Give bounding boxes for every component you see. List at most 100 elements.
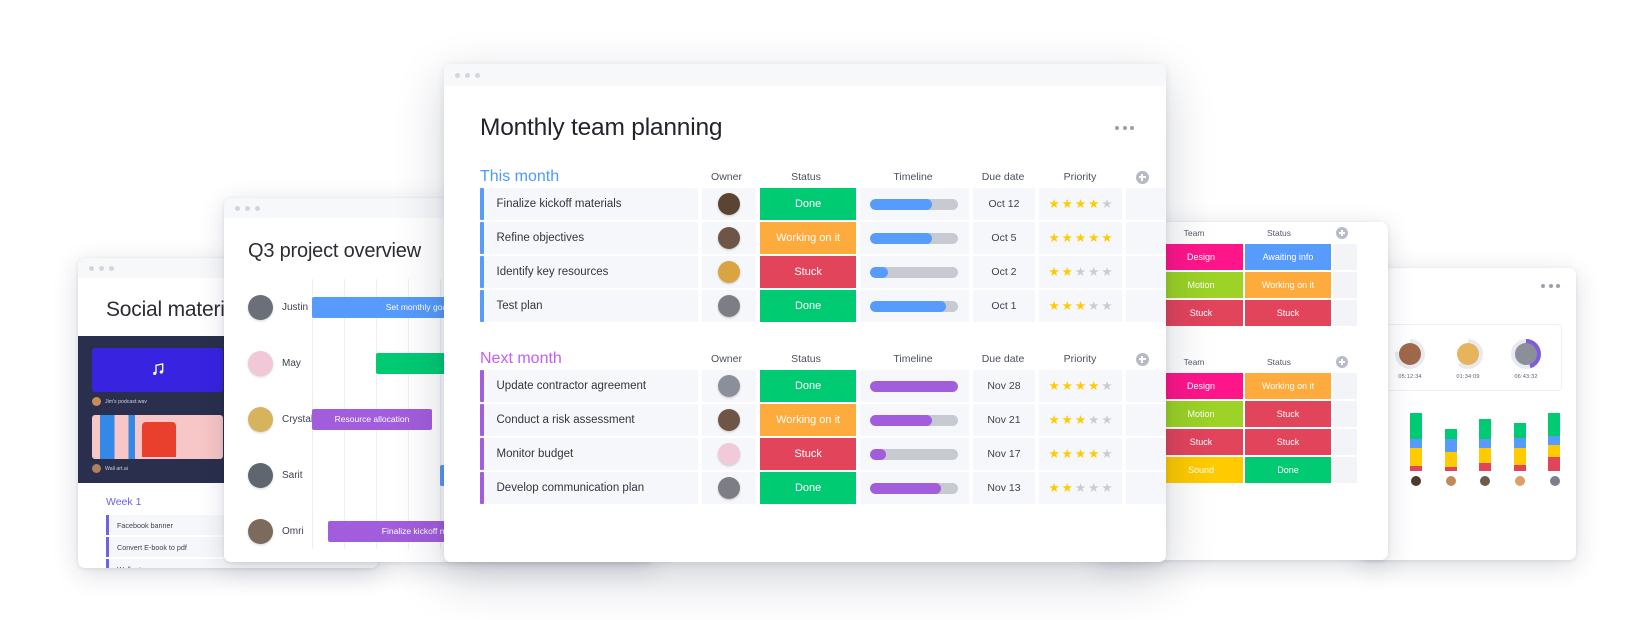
status-cell[interactable]: Working on it bbox=[760, 404, 856, 436]
priority-star[interactable]: ★ bbox=[1088, 448, 1099, 461]
status-cell[interactable]: Stuck bbox=[1245, 401, 1331, 427]
table-row[interactable]: Design Awaiting info bbox=[1152, 244, 1388, 270]
priority-star[interactable]: ★ bbox=[1062, 198, 1073, 211]
member-avatar[interactable] bbox=[1445, 476, 1456, 486]
task-cell[interactable]: Develop communication plan bbox=[483, 472, 698, 504]
empty-cell[interactable] bbox=[1333, 244, 1357, 270]
monthly-team-planning-window[interactable]: Monthly team planning This month Owner S… bbox=[444, 64, 1166, 562]
timeline-cell[interactable] bbox=[859, 438, 970, 470]
task-cell[interactable]: Update contractor agreement bbox=[483, 370, 698, 402]
priority-star[interactable]: ★ bbox=[1101, 448, 1112, 461]
member-avatar[interactable] bbox=[1515, 476, 1526, 486]
task-cell[interactable]: Identify key resources bbox=[483, 256, 698, 288]
close-dot-icon[interactable] bbox=[455, 72, 460, 78]
due-date-cell[interactable]: Nov 21 bbox=[973, 404, 1035, 436]
minimize-dot-icon[interactable] bbox=[99, 265, 104, 271]
chart-bar[interactable] bbox=[1479, 409, 1492, 471]
timer-item[interactable]: 05:12:34 bbox=[1395, 339, 1425, 380]
priority-star[interactable]: ★ bbox=[1088, 414, 1099, 427]
add-column-icon[interactable] bbox=[1336, 356, 1348, 368]
team-cell[interactable]: Motion bbox=[1159, 272, 1243, 298]
table-row[interactable]: Develop communication plan Done Nov 13 ★ ★ ★ ★… bbox=[444, 472, 1166, 504]
empty-cell[interactable] bbox=[1333, 373, 1357, 399]
add-column-icon[interactable] bbox=[1135, 352, 1149, 366]
team-cell[interactable]: Design bbox=[1159, 244, 1243, 270]
priority-star[interactable]: ★ bbox=[1088, 232, 1099, 245]
timeline-cell[interactable] bbox=[859, 290, 970, 322]
group-title[interactable]: This month bbox=[480, 168, 699, 186]
team-cell[interactable]: Motion bbox=[1159, 401, 1243, 427]
status-cell[interactable]: Awaiting info bbox=[1245, 244, 1331, 270]
empty-cell[interactable] bbox=[1333, 401, 1357, 427]
add-column-icon[interactable] bbox=[1336, 227, 1348, 239]
due-date-cell[interactable]: Oct 2 bbox=[973, 256, 1035, 288]
table-row[interactable]: Stuck Stuck bbox=[1152, 429, 1388, 455]
empty-cell[interactable] bbox=[1333, 272, 1357, 298]
priority-star[interactable]: ★ bbox=[1101, 266, 1112, 279]
chart-bar[interactable] bbox=[1444, 409, 1457, 471]
priority-star[interactable]: ★ bbox=[1075, 266, 1086, 279]
empty-cell[interactable] bbox=[1126, 188, 1166, 220]
priority-star[interactable]: ★ bbox=[1062, 300, 1073, 313]
table-row[interactable]: Conduct a risk assessment Working on it No… bbox=[444, 404, 1166, 436]
due-date-cell[interactable]: Oct 1 bbox=[973, 290, 1035, 322]
table-row[interactable]: Sound Done bbox=[1152, 457, 1388, 483]
priority-star[interactable]: ★ bbox=[1062, 448, 1073, 461]
table-row[interactable]: Design Working on it bbox=[1152, 373, 1388, 399]
due-date-cell[interactable]: Oct 12 bbox=[973, 188, 1035, 220]
timer-item[interactable]: 01:34:09 bbox=[1453, 339, 1483, 380]
table-row[interactable]: Identify key resources Stuck Oct 2 ★ ★ ★ ★ ★ bbox=[444, 256, 1166, 288]
task-cell[interactable]: Finalize kickoff materials bbox=[483, 188, 698, 220]
priority-star[interactable]: ★ bbox=[1075, 198, 1086, 211]
priority-star[interactable]: ★ bbox=[1075, 414, 1086, 427]
status-cell[interactable]: Working on it bbox=[1245, 373, 1331, 399]
empty-cell[interactable] bbox=[1333, 300, 1357, 326]
timeline-cell[interactable] bbox=[859, 222, 970, 254]
priority-star[interactable]: ★ bbox=[1088, 380, 1099, 393]
priority-star[interactable]: ★ bbox=[1048, 266, 1059, 279]
priority-star[interactable]: ★ bbox=[1048, 448, 1059, 461]
add-column-icon[interactable] bbox=[1135, 170, 1149, 184]
timeline-cell[interactable] bbox=[859, 256, 970, 288]
table-row[interactable]: Monitor budget Stuck Nov 17 ★ ★ ★ ★ ★ bbox=[444, 438, 1166, 470]
priority-star[interactable]: ★ bbox=[1101, 198, 1112, 211]
kebab-menu-icon[interactable] bbox=[1115, 126, 1134, 130]
priority-star[interactable]: ★ bbox=[1062, 232, 1073, 245]
empty-cell[interactable] bbox=[1126, 370, 1166, 402]
owner-cell[interactable] bbox=[701, 438, 757, 470]
owner-cell[interactable] bbox=[701, 472, 757, 504]
timeline-cell[interactable] bbox=[859, 472, 970, 504]
priority-star[interactable]: ★ bbox=[1101, 232, 1112, 245]
status-cell[interactable]: Working on it bbox=[1245, 272, 1331, 298]
priority-cell[interactable]: ★ ★ ★ ★ ★ bbox=[1038, 256, 1123, 288]
empty-cell[interactable] bbox=[1126, 222, 1166, 254]
due-date-cell[interactable]: Nov 28 bbox=[973, 370, 1035, 402]
empty-cell[interactable] bbox=[1126, 438, 1166, 470]
priority-star[interactable]: ★ bbox=[1048, 198, 1059, 211]
priority-star[interactable]: ★ bbox=[1075, 380, 1086, 393]
table-row[interactable]: Refine objectives Working on it Oct 5 ★ ★ ★ ★ ★ bbox=[444, 222, 1166, 254]
team-cell[interactable]: Stuck bbox=[1159, 300, 1243, 326]
table-row[interactable]: Finalize kickoff materials Done Oct 12 ★ ★ ★ ★… bbox=[444, 188, 1166, 220]
owner-cell[interactable] bbox=[701, 290, 757, 322]
priority-star[interactable]: ★ bbox=[1101, 482, 1112, 495]
maximize-dot-icon[interactable] bbox=[475, 72, 480, 78]
table-row[interactable]: Motion Working on it bbox=[1152, 272, 1388, 298]
maximize-dot-icon[interactable] bbox=[255, 205, 260, 211]
priority-star[interactable]: ★ bbox=[1088, 198, 1099, 211]
priority-star[interactable]: ★ bbox=[1062, 482, 1073, 495]
due-date-cell[interactable]: Nov 13 bbox=[973, 472, 1035, 504]
due-date-cell[interactable]: Oct 5 bbox=[973, 222, 1035, 254]
table-row[interactable]: Test plan Done Oct 1 ★ ★ ★ ★ ★ bbox=[444, 290, 1166, 322]
priority-star[interactable]: ★ bbox=[1048, 380, 1059, 393]
empty-cell[interactable] bbox=[1126, 472, 1166, 504]
table-row[interactable]: Stuck Stuck bbox=[1152, 300, 1388, 326]
team-cell[interactable]: Stuck bbox=[1159, 429, 1243, 455]
priority-star[interactable]: ★ bbox=[1048, 482, 1059, 495]
minimize-dot-icon[interactable] bbox=[245, 205, 250, 211]
priority-star[interactable]: ★ bbox=[1101, 380, 1112, 393]
priority-star[interactable]: ★ bbox=[1048, 232, 1059, 245]
priority-star[interactable]: ★ bbox=[1075, 448, 1086, 461]
member-avatar[interactable] bbox=[1549, 476, 1560, 486]
empty-cell[interactable] bbox=[1333, 457, 1357, 483]
